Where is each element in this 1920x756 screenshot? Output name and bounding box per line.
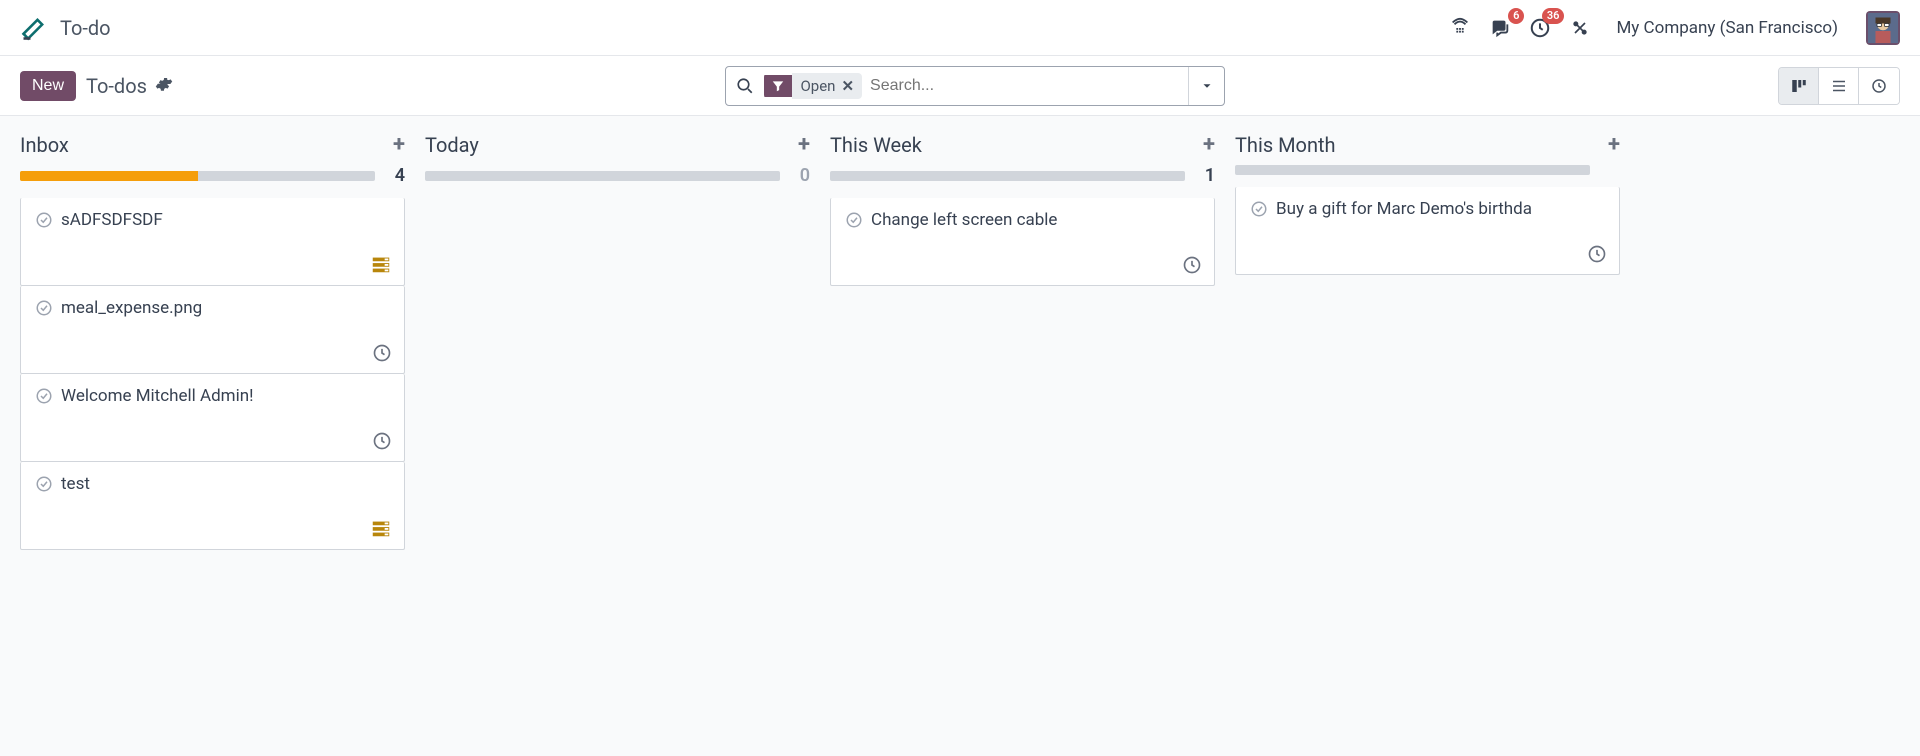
clock-icon[interactable] [372, 431, 392, 451]
stack-icon[interactable] [370, 517, 392, 539]
app-icon[interactable] [20, 14, 48, 42]
kanban-column: Inbox +4 sADFSDFSDF meal_expense.png Welcome… [20, 128, 425, 736]
card-title: Buy a gift for Marc Demo's birthda [1276, 199, 1532, 219]
view-switcher [1778, 67, 1900, 105]
column-title: Inbox [20, 133, 69, 157]
kanban-card[interactable]: sADFSDFSDF [20, 198, 405, 286]
clock-icon[interactable] [372, 343, 392, 363]
kanban-card[interactable]: Welcome Mitchell Admin! [20, 374, 405, 462]
search-input[interactable] [862, 67, 1188, 105]
check-circle-icon[interactable] [35, 211, 53, 229]
column-add-icon[interactable]: + [798, 132, 810, 157]
column-title: This Month [1235, 133, 1336, 157]
company-selector[interactable]: My Company (San Francisco) [1616, 18, 1838, 38]
view-list-button[interactable] [1819, 68, 1859, 104]
check-circle-icon[interactable] [35, 387, 53, 405]
kanban-column: This Month + Buy a gift for Marc Demo's bi… [1235, 128, 1640, 736]
column-add-icon[interactable]: + [1608, 132, 1620, 157]
user-avatar[interactable] [1866, 11, 1900, 45]
check-circle-icon[interactable] [1250, 200, 1268, 218]
filter-chip-label: Open [800, 77, 835, 95]
topbar-actions: 6 36 My Company (San Francisco) [1448, 11, 1900, 45]
column-count: 4 [387, 165, 405, 186]
messages-icon[interactable]: 6 [1488, 16, 1512, 40]
kanban-card[interactable]: test [20, 462, 405, 550]
check-circle-icon[interactable] [845, 211, 863, 229]
card-title: meal_expense.png [61, 298, 202, 318]
card-title: sADFSDFSDF [61, 210, 163, 230]
clock-icon[interactable] [1182, 255, 1202, 275]
app-title: To-do [60, 16, 111, 40]
kanban-column: Today +0 [425, 128, 830, 736]
new-button[interactable]: New [20, 71, 76, 101]
check-circle-icon[interactable] [35, 475, 53, 493]
filter-chip-open: Open ✕ [764, 73, 862, 99]
check-circle-icon[interactable] [35, 299, 53, 317]
column-count: 1 [1197, 165, 1215, 186]
column-progress-bar [830, 171, 1185, 181]
search-icon[interactable] [726, 77, 764, 95]
search-box: Open ✕ [725, 66, 1225, 106]
kanban-board: Inbox +4 sADFSDFSDF meal_expense.png Welcome… [0, 116, 1920, 756]
view-activity-button[interactable] [1859, 68, 1899, 104]
kanban-card[interactable]: Buy a gift for Marc Demo's birthda [1235, 187, 1620, 275]
card-title: Welcome Mitchell Admin! [61, 386, 254, 406]
stack-icon[interactable] [370, 253, 392, 275]
kanban-card[interactable]: meal_expense.png [20, 286, 405, 374]
column-title: This Week [830, 133, 922, 157]
column-progress-bar [1235, 165, 1590, 175]
search-options-caret[interactable] [1188, 67, 1224, 105]
column-title: Today [425, 133, 479, 157]
card-title: Change left screen cable [871, 210, 1057, 230]
funnel-icon [764, 75, 792, 97]
activities-badge: 36 [1542, 8, 1565, 24]
filter-chip-remove[interactable]: ✕ [841, 77, 854, 95]
gear-icon[interactable] [155, 75, 173, 97]
clock-icon[interactable] [1587, 244, 1607, 264]
card-title: test [61, 474, 90, 494]
breadcrumb: To-dos [86, 74, 147, 98]
view-kanban-button[interactable] [1779, 68, 1819, 104]
kanban-card[interactable]: Change left screen cable [830, 198, 1215, 286]
column-progress-bar [20, 171, 375, 181]
voip-icon[interactable] [1448, 16, 1472, 40]
column-progress-bar [425, 171, 780, 181]
activities-icon[interactable]: 36 [1528, 16, 1552, 40]
kanban-column: This Week +1 Change left screen cable [830, 128, 1235, 736]
tools-icon[interactable] [1568, 16, 1592, 40]
column-add-icon[interactable]: + [1203, 132, 1215, 157]
column-count: 0 [792, 165, 810, 186]
top-bar: To-do 6 36 My Company (San Francisco) [0, 0, 1920, 56]
control-bar: New To-dos Open ✕ [0, 56, 1920, 116]
column-add-icon[interactable]: + [393, 132, 405, 157]
messages-badge: 6 [1508, 8, 1524, 24]
